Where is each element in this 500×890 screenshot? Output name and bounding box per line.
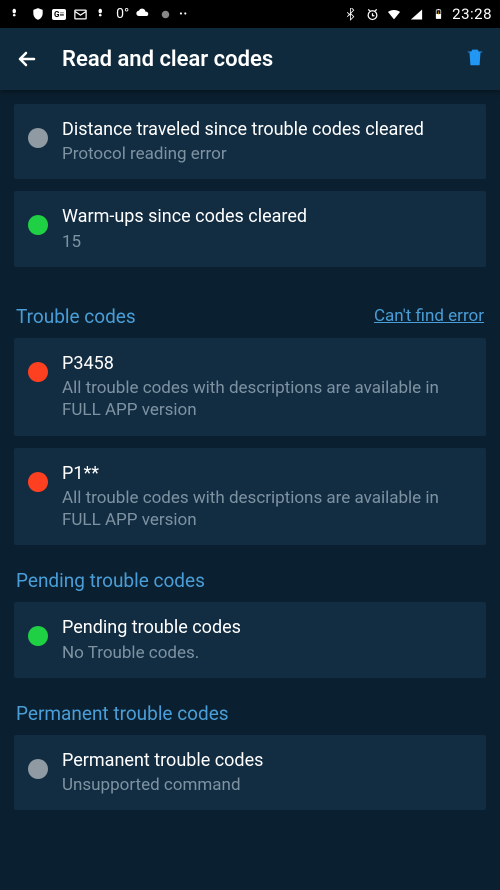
status-card-distance[interactable]: Distance traveled since trouble codes cl… [14, 104, 486, 179]
status-right: 23:28 [342, 5, 492, 23]
temperature-text: 0° [116, 6, 129, 22]
back-button[interactable] [14, 46, 40, 72]
status-card-warmups[interactable]: Warm-ups since codes cleared 15 [14, 191, 486, 266]
card-subtitle: Unsupported command [62, 774, 472, 796]
content-area: Distance traveled since trouble codes cl… [0, 90, 500, 810]
code-subtitle: All trouble codes with descriptions are … [62, 487, 472, 531]
status-dot-red [28, 472, 48, 492]
status-dot-red [28, 362, 48, 382]
more-notifications-icon: •• [179, 9, 188, 20]
footprint-icon-2 [94, 6, 110, 22]
footprint-icon [8, 6, 24, 22]
status-dot-green [28, 215, 48, 235]
card-title: Distance traveled since trouble codes cl… [62, 118, 472, 141]
arrow-left-icon [15, 47, 39, 71]
page-title: Read and clear codes [62, 47, 442, 72]
trouble-code-card[interactable]: P1** All trouble codes with descriptions… [14, 448, 486, 546]
trouble-code-card[interactable]: P3458 All trouble codes with description… [14, 338, 486, 436]
clear-codes-button[interactable] [464, 46, 486, 72]
section-title: Permanent trouble codes [16, 702, 229, 725]
cell-signal-icon [408, 6, 424, 22]
pending-code-card[interactable]: Pending trouble codes No Trouble codes. [14, 602, 486, 677]
card-title: Pending trouble codes [62, 616, 472, 639]
status-dot-green [28, 626, 48, 646]
moon-icon [157, 6, 173, 22]
status-dot-grey [28, 128, 48, 148]
card-title: Permanent trouble codes [62, 749, 472, 772]
cloud-icon [135, 6, 151, 22]
code-title: P1** [62, 462, 472, 485]
bluetooth-icon [342, 6, 358, 22]
battery-icon [430, 6, 446, 22]
card-subtitle: Protocol reading error [62, 143, 472, 165]
trash-icon [464, 46, 486, 68]
code-title: P3458 [62, 352, 472, 375]
cant-find-error-link[interactable]: Can't find error [374, 306, 484, 326]
card-title: Warm-ups since codes cleared [62, 205, 472, 228]
permanent-code-card[interactable]: Permanent trouble codes Unsupported comm… [14, 735, 486, 810]
status-dot-grey [28, 759, 48, 779]
app-bar: Read and clear codes [0, 28, 500, 90]
clock-text: 23:28 [452, 5, 492, 23]
news-badge-icon: G≡ [52, 9, 66, 20]
section-title: Trouble codes [16, 305, 136, 328]
alarm-icon [364, 6, 380, 22]
section-header-permanent: Permanent trouble codes [14, 702, 486, 725]
status-left: G≡ 0° •• [8, 6, 188, 22]
android-status-bar: G≡ 0° •• 23:28 [0, 0, 500, 28]
code-subtitle: All trouble codes with descriptions are … [62, 377, 472, 421]
card-subtitle: No Trouble codes. [62, 642, 472, 664]
wifi-icon [386, 6, 402, 22]
shield-icon [30, 6, 46, 22]
section-header-pending: Pending trouble codes [14, 569, 486, 592]
mail-icon [72, 6, 88, 22]
section-title: Pending trouble codes [16, 569, 205, 592]
card-subtitle: 15 [62, 231, 472, 253]
section-header-trouble: Trouble codes Can't find error [14, 305, 486, 328]
